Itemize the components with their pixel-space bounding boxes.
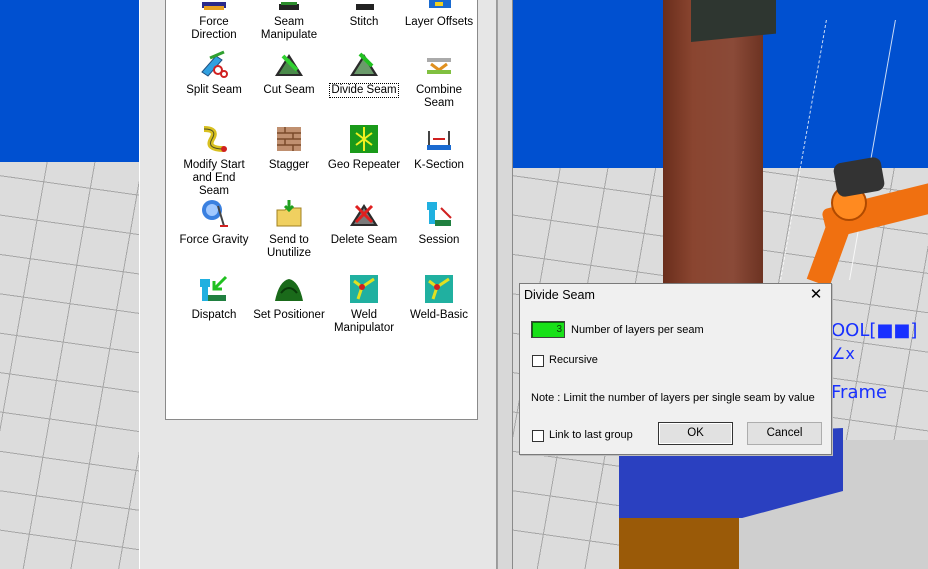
set-positioner-icon xyxy=(273,273,305,305)
tool-label: Stagger xyxy=(268,159,310,171)
modify-start-end-icon xyxy=(198,123,230,155)
axis-label: ∠x xyxy=(831,344,855,363)
ok-button[interactable]: OK xyxy=(658,422,733,445)
tool-stagger-button[interactable]: Stagger xyxy=(250,123,328,172)
tool-geo-repeater-button[interactable]: Geo Repeater xyxy=(325,123,403,172)
seam-manipulate-icon xyxy=(273,0,305,12)
session-icon xyxy=(423,198,455,230)
link-to-last-group-label: Link to last group xyxy=(549,429,633,441)
tool-label: Seam xyxy=(273,16,305,28)
tool-label: Weld xyxy=(351,309,377,321)
tool-session-button[interactable]: Session xyxy=(400,198,478,247)
recursive-checkbox[interactable] xyxy=(532,355,544,367)
tool-dispatch-button[interactable]: Dispatch xyxy=(175,273,253,322)
tool-label-line2: Direction xyxy=(191,29,237,41)
tool-label: Force Gravity xyxy=(179,234,249,246)
tool-force-direction-button[interactable]: Force Direction xyxy=(175,0,253,42)
viewport-floor-grid xyxy=(0,162,139,569)
tool-delete-seam-button[interactable]: Delete Seam xyxy=(325,198,403,247)
geo-repeater-icon xyxy=(348,123,380,155)
tool-split-seam-button[interactable]: Split Seam xyxy=(175,48,253,97)
tool-combine-seam-button[interactable]: Combine Seam xyxy=(400,48,478,110)
tool-label: Force xyxy=(199,16,229,28)
tool-label: K-Section xyxy=(414,159,464,171)
tool-panel: Force Direction Seam Manipulate Stitch Layer … xyxy=(139,0,497,569)
force-direction-icon xyxy=(198,0,230,12)
weld-manipulator-icon xyxy=(348,273,380,305)
viewport-sky xyxy=(0,0,139,162)
frame-label: Frame xyxy=(831,382,888,403)
tool-label: Delete Seam xyxy=(330,234,398,246)
tool-seam-manipulate-button[interactable]: Seam Manipulate xyxy=(250,0,328,42)
tool-frame-label: OOL[■■] xyxy=(831,320,918,341)
tool-divide-seam-button[interactable]: Divide Seam xyxy=(325,48,403,98)
tool-label-line2: Manipulate xyxy=(260,29,318,41)
tool-k-section-button[interactable]: K-Section xyxy=(400,123,478,172)
tool-label: Send to xyxy=(269,234,309,246)
link-to-last-group-checkbox[interactable] xyxy=(532,430,544,442)
stagger-icon xyxy=(273,123,305,155)
cancel-button[interactable]: Cancel xyxy=(747,422,822,445)
tool-weld-basic-button[interactable]: Weld-Basic xyxy=(400,273,478,322)
tool-label: Dispatch xyxy=(191,309,237,321)
combine-seam-icon xyxy=(423,48,455,80)
tool-label-line2: Unutilize xyxy=(266,247,312,259)
tool-set-positioner-button[interactable]: Set Positioner xyxy=(250,273,328,322)
k-section-icon xyxy=(423,123,455,155)
send-to-folder-icon xyxy=(273,198,305,230)
tool-label-line2: and End Seam xyxy=(192,172,236,197)
layers-per-seam-input[interactable]: 3 xyxy=(531,321,565,338)
tool-modify-start-end-button[interactable]: Modify Start and End Seam xyxy=(175,123,253,198)
panel-splitter[interactable] xyxy=(497,0,513,569)
tool-label: Divide Seam xyxy=(329,83,399,98)
tool-label: Layer Offsets xyxy=(404,16,474,28)
recursive-label: Recursive xyxy=(549,354,598,366)
tool-label: Split Seam xyxy=(186,84,242,96)
divide-seam-dialog: Divide Seam ✕ 3 Number of layers per sea… xyxy=(519,283,832,455)
force-gravity-icon xyxy=(198,198,230,230)
tool-weld-manipulator-button[interactable]: Weld Manipulator xyxy=(325,273,403,335)
tool-stitch-button[interactable]: Stitch xyxy=(325,0,403,29)
tool-label-line2: Manipulator xyxy=(333,322,395,334)
tool-label: Weld-Basic xyxy=(410,309,468,321)
tool-label: Geo Repeater xyxy=(327,159,401,171)
close-icon[interactable]: ✕ xyxy=(807,286,825,304)
tool-send-to-unutilize-button[interactable]: Send to Unutilize xyxy=(250,198,328,260)
dialog-note: Note : Limit the number of layers per si… xyxy=(531,392,815,404)
tool-label: Combine Seam xyxy=(415,84,463,109)
layers-per-seam-label: Number of layers per seam xyxy=(571,324,704,336)
tool-label: Session xyxy=(418,234,460,246)
delete-seam-icon xyxy=(348,198,380,230)
dialog-title: Divide Seam xyxy=(524,288,595,302)
stitch-icon xyxy=(348,0,380,12)
tool-force-gravity-button[interactable]: Force Gravity xyxy=(175,198,253,247)
3d-viewport-left[interactable] xyxy=(0,0,139,569)
tool-label: Cut Seam xyxy=(263,84,315,96)
tool-label: Set Positioner xyxy=(253,309,325,321)
divide-seam-icon xyxy=(348,48,380,80)
dispatch-icon xyxy=(198,273,230,305)
tool-cut-seam-button[interactable]: Cut Seam xyxy=(250,48,328,97)
tool-label: Modify Start xyxy=(183,159,245,171)
split-seam-icon xyxy=(198,48,230,80)
tool-label: Stitch xyxy=(349,16,379,28)
tool-layer-offsets-button[interactable]: Layer Offsets xyxy=(400,0,478,29)
layer-offsets-icon xyxy=(423,0,455,12)
tool-icon-list[interactable]: Force Direction Seam Manipulate Stitch Layer … xyxy=(165,0,478,420)
weld-basic-icon xyxy=(423,273,455,305)
cut-seam-icon xyxy=(273,48,305,80)
